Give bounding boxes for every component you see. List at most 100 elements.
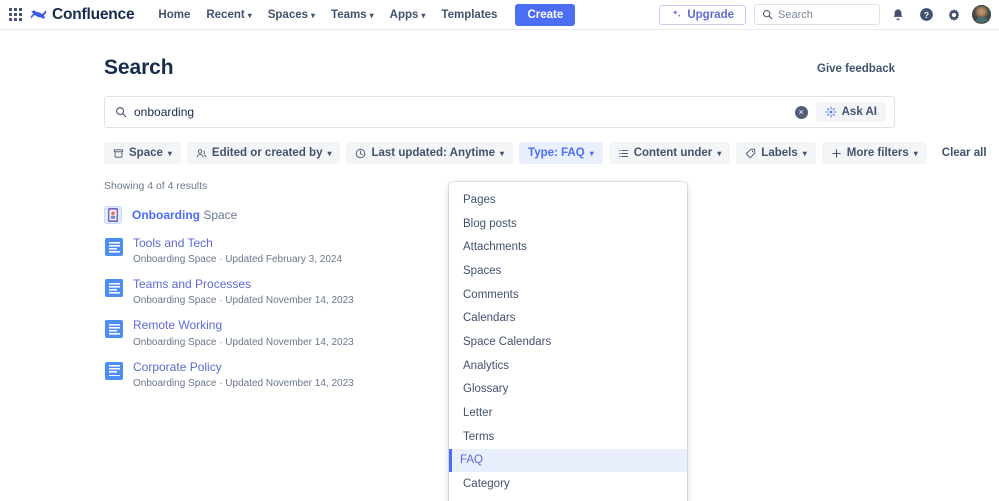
ask-ai-label: Ask AI (841, 106, 877, 118)
result-title[interactable]: Remote Working (133, 319, 354, 332)
dropdown-option-analytics[interactable]: Analytics (449, 354, 687, 378)
page-icon (105, 238, 123, 256)
clock-icon (356, 148, 366, 158)
result-title[interactable]: Tools and Tech (133, 236, 342, 250)
filter-label: Type: FAQ (528, 147, 585, 159)
filter-space[interactable]: Space ▾ (104, 142, 181, 164)
page-header: Search Give feedback (104, 56, 895, 80)
filter-type[interactable]: Type: FAQ ▾ (519, 142, 603, 164)
nav-item-label: Templates (441, 8, 498, 21)
upgrade-button[interactable]: Upgrade (659, 4, 746, 25)
search-input[interactable] (127, 105, 795, 119)
nav-item-label: Apps (389, 8, 419, 21)
nav-item-apps[interactable]: Apps ▾ (382, 5, 434, 25)
type-filter-dropdown: Pages Blog posts Attachments Spaces Comm… (449, 182, 687, 501)
filter-labels[interactable]: Labels ▾ (736, 142, 816, 164)
filter-label: Content under (633, 147, 713, 159)
result-meta: Onboarding Space · Updated February 3, 2… (133, 254, 343, 266)
nav-item-recent[interactable]: Recent ▾ (198, 5, 259, 25)
filter-edited-or-created-by[interactable]: Edited or created by ▾ (186, 142, 341, 164)
chevron-down-icon: ▾ (311, 10, 316, 20)
chevron-down-icon: ▾ (802, 149, 807, 158)
sparkle-icon (673, 9, 682, 18)
chevron-down-icon: ▾ (717, 149, 722, 158)
give-feedback-link[interactable]: Give feedback (817, 63, 895, 75)
clear-all-filters-button[interactable]: Clear all (933, 142, 996, 164)
chevron-down-icon: ▾ (327, 149, 332, 158)
nav-item-home[interactable]: Home (150, 5, 198, 25)
search-page-content: Search Give feedback × (0, 30, 999, 501)
filter-content-under[interactable]: Content under ▾ (608, 142, 731, 164)
upgrade-label: Upgrade (687, 8, 734, 21)
filter-label: Space (129, 147, 163, 159)
dropdown-option-faq[interactable]: FAQ (449, 448, 687, 473)
brand-name: Confluence (52, 5, 135, 23)
dropdown-option-space-calendars[interactable]: Space Calendars (449, 330, 687, 354)
primary-nav-items: Home Recent ▾ Spaces ▾ Teams ▾ Apps ▾ Te… (150, 5, 505, 25)
chevron-down-icon: ▾ (167, 149, 172, 158)
result-space-title[interactable]: Onboarding Space (132, 208, 237, 222)
page-title: Search (104, 56, 174, 79)
help-icon[interactable]: ? (916, 5, 936, 25)
dropdown-option-comments[interactable]: Comments (449, 283, 687, 307)
clear-search-icon[interactable]: × (794, 105, 808, 119)
plus-icon (832, 148, 841, 158)
list-icon (618, 149, 628, 157)
result-title[interactable]: Corporate Policy (133, 360, 354, 374)
ask-ai-button[interactable]: Ask AI (815, 102, 886, 122)
page-icon (105, 361, 123, 380)
confluence-logo[interactable]: Confluence (30, 5, 135, 24)
dropdown-option-attachments[interactable]: Attachments (449, 235, 687, 259)
avatar[interactable] (972, 5, 991, 24)
result-space-suffix: Space (200, 208, 238, 222)
dropdown-option-spaces[interactable]: Spaces (449, 259, 687, 283)
chevron-down-icon: ▾ (247, 10, 252, 20)
nav-right-cluster: Upgrade Search ? (659, 4, 991, 25)
nav-item-label: Spaces (267, 8, 309, 21)
nav-item-templates[interactable]: Templates (433, 5, 505, 25)
chevron-down-icon: ▾ (913, 149, 918, 158)
dropdown-option-blog-posts[interactable]: Blog posts (449, 212, 687, 236)
page-icon (105, 320, 123, 339)
chevron-down-icon: ▾ (369, 10, 374, 20)
people-icon (196, 148, 207, 157)
global-search-input[interactable]: Search (754, 4, 880, 25)
result-space-name: Onboarding (132, 208, 200, 222)
dropdown-option-terms[interactable]: Terms (449, 425, 687, 449)
dropdown-option-question[interactable]: Question (449, 496, 687, 501)
chevron-down-icon: ▾ (421, 10, 426, 20)
nav-item-label: Teams (331, 8, 367, 21)
filter-last-updated[interactable]: Last updated: Anytime ▾ (346, 142, 514, 164)
chevron-down-icon: ▾ (589, 149, 594, 158)
confluence-mark-icon (30, 10, 47, 19)
result-meta: Onboarding Space · Updated November 14, … (133, 295, 354, 307)
nav-item-spaces[interactable]: Spaces ▾ (260, 5, 323, 25)
app-switcher-icon[interactable] (6, 6, 24, 24)
filter-label: Labels (761, 147, 798, 159)
dropdown-option-calendars[interactable]: Calendars (449, 306, 687, 330)
nav-item-label: Home (158, 8, 191, 21)
dropdown-option-category[interactable]: Category (449, 472, 687, 496)
create-button[interactable]: Create (515, 3, 576, 26)
filter-bar: Space ▾ Edited or created by ▾ Last upda… (104, 142, 987, 164)
search-icon (116, 107, 127, 118)
space-icon (113, 148, 124, 158)
page-icon (105, 279, 123, 298)
global-search-placeholder: Search (778, 8, 813, 21)
result-title[interactable]: Teams and Processes (133, 277, 354, 291)
settings-gear-icon[interactable] (944, 5, 964, 25)
nav-item-label: Recent (206, 8, 245, 21)
ai-sparkle-icon (825, 106, 837, 118)
nav-item-teams[interactable]: Teams ▾ (323, 5, 382, 25)
dropdown-option-letter[interactable]: Letter (449, 401, 687, 425)
chevron-down-icon: ▾ (500, 149, 505, 158)
filter-more-filters[interactable]: More filters ▾ (821, 142, 927, 164)
result-meta: Onboarding Space · Updated November 14, … (133, 336, 354, 348)
filter-label: Edited or created by (211, 147, 323, 159)
dropdown-option-glossary[interactable]: Glossary (449, 378, 687, 402)
dropdown-option-pages[interactable]: Pages (449, 188, 687, 212)
search-query-bar[interactable]: × Ask AI (104, 96, 895, 128)
result-meta: Onboarding Space · Updated November 14, … (133, 377, 354, 389)
notification-bell-icon[interactable] (888, 5, 908, 25)
search-icon (762, 9, 773, 20)
